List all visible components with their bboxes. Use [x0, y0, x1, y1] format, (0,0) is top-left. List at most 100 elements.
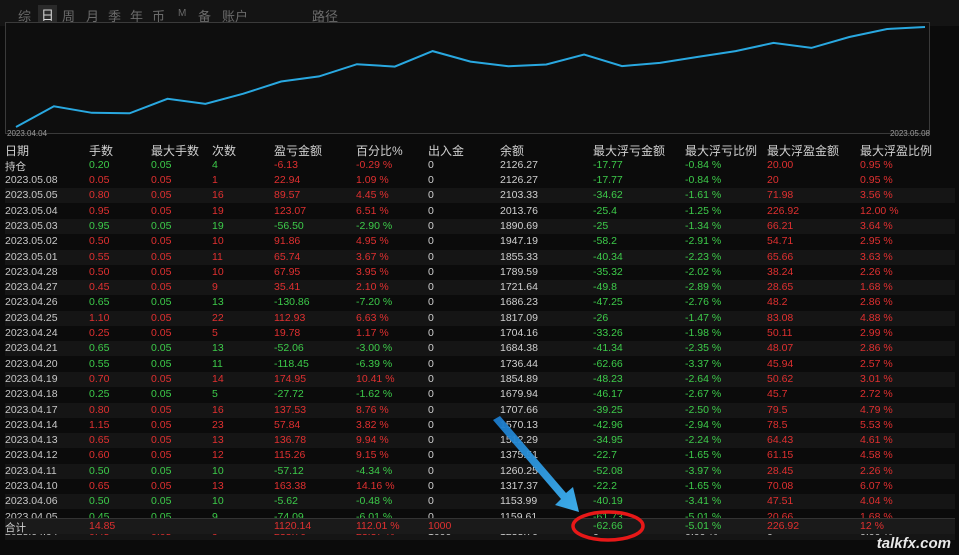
lots-cell: 0.50: [89, 235, 110, 248]
column-header[interactable]: 百分比%: [356, 142, 403, 159]
max-float-loss-cell: -62.66: [593, 520, 623, 532]
max-float-profit-cell: 48.2: [767, 296, 788, 309]
pnl-cell: -57.12: [274, 464, 304, 477]
max-float-profit-pct-cell: 2.26 %: [860, 464, 893, 477]
date-cell: 2023.05.01: [5, 250, 58, 263]
balance-cell: 1512.29: [500, 434, 538, 447]
max-float-profit-cell: 79.5: [767, 403, 788, 416]
count-cell: 13: [212, 296, 224, 309]
pct-cell: 2.10 %: [356, 281, 389, 294]
date-cell: 2023.04.14: [5, 418, 58, 431]
balance-cell: 1721.64: [500, 281, 538, 294]
column-header[interactable]: 次数: [212, 142, 236, 159]
column-header[interactable]: 最大浮盈比例: [860, 142, 932, 159]
column-header[interactable]: 日期: [5, 142, 29, 159]
max-float-loss-cell: -49.8: [593, 281, 617, 294]
max-float-profit-cell: 83.08: [767, 311, 794, 324]
max-float-loss-cell: -52.08: [593, 464, 623, 477]
max-float-loss-pct-cell: -0.84 %: [685, 159, 722, 171]
count-cell: 10: [212, 235, 224, 248]
daily-row: 2023.04.28 0.50 0.05 10 67.95 3.95 % 0 1789.59 -…: [5, 265, 955, 280]
max-float-loss-pct-cell: -0.84 %: [685, 174, 722, 186]
count-cell: 13: [212, 434, 224, 447]
max-float-loss-pct-cell: -3.37 %: [685, 357, 722, 370]
flow-cell: 0: [428, 372, 434, 385]
max-lots-cell: 0.05: [151, 189, 172, 202]
max-float-profit-pct-cell: 5.53 %: [860, 418, 893, 431]
max-float-loss-pct-cell: -1.65 %: [685, 480, 722, 492]
max-float-profit-pct-cell: 4.04 %: [860, 495, 893, 508]
flow-cell: 0: [428, 327, 434, 339]
max-lots-cell: 0.05: [151, 403, 172, 416]
pnl-cell: 163.38: [274, 480, 307, 492]
max-float-profit-cell: 65.66: [767, 250, 794, 263]
count-cell: 13: [212, 342, 224, 355]
max-float-loss-pct-cell: -2.64 %: [685, 372, 722, 385]
pnl-cell: 136.78: [274, 434, 307, 447]
count-cell: 14: [212, 372, 224, 385]
max-float-profit-cell: 61.15: [767, 449, 794, 462]
max-float-loss-cell: -25: [593, 219, 609, 232]
date-cell: 2023.05.04: [5, 204, 58, 217]
chart-frame: [5, 22, 930, 134]
max-lots-cell: 0.05: [151, 342, 172, 355]
column-header[interactable]: 出入金: [428, 142, 464, 159]
lots-cell: 0.95: [89, 219, 110, 232]
column-header[interactable]: 最大浮亏比例: [685, 142, 757, 159]
count-cell: 5: [212, 327, 218, 339]
pnl-cell: -130.86: [274, 296, 310, 309]
pnl-cell: 35.41: [274, 281, 301, 294]
column-header[interactable]: 最大浮盈金额: [767, 142, 839, 159]
column-header[interactable]: 最大手数: [151, 142, 199, 159]
daily-row: 2023.04.18 0.25 0.05 5 -27.72 -1.62 % 0 1679.94…: [5, 387, 955, 402]
column-header[interactable]: 盈亏金额: [274, 142, 322, 159]
count-cell: 10: [212, 495, 224, 508]
max-float-loss-cell: -22.2: [593, 480, 617, 492]
max-float-profit-pct-cell: 2.72 %: [860, 388, 893, 401]
max-float-loss-pct-cell: -2.50 %: [685, 403, 722, 416]
pnl-cell: 115.26: [274, 449, 306, 462]
date-cell: 2023.04.24: [5, 327, 58, 339]
balance-cell: 2103.33: [500, 189, 538, 202]
max-float-profit-cell: 45.7: [767, 388, 788, 401]
flow-cell: 0: [428, 388, 434, 401]
flow-cell: 0: [428, 311, 434, 324]
lots-cell: 14.85: [89, 520, 116, 532]
equity-curve-svg: [15, 26, 926, 128]
balance-cell: 1736.44: [500, 357, 538, 370]
column-header[interactable]: 余额: [500, 142, 524, 159]
max-float-profit-cell: 45.94: [767, 357, 794, 370]
flow-cell: 0: [428, 449, 434, 462]
flow-cell: 0: [428, 342, 434, 355]
pct-cell: -1.62 %: [356, 388, 393, 401]
max-float-loss-cell: -39.25: [593, 403, 623, 416]
column-header[interactable]: 最大浮亏金额: [593, 142, 665, 159]
max-lots-cell: 0.05: [151, 388, 172, 401]
daily-row: 2023.04.26 0.65 0.05 13 -130.86 -7.20 % 0 1686.…: [5, 295, 955, 310]
daily-row: 2023.04.14 1.15 0.05 23 57.84 3.82 % 0 1570.13 -…: [5, 418, 955, 433]
count-cell: 12: [212, 449, 224, 462]
max-lots-cell: 0.05: [151, 464, 172, 477]
daily-row: 2023.04.10 0.65 0.05 13 163.38 14.16 % 0 1317.3…: [5, 479, 955, 494]
max-float-loss-cell: -35.32: [593, 265, 623, 278]
max-float-loss-cell: -17.77: [593, 159, 623, 171]
max-float-profit-cell: 28.65: [767, 281, 794, 294]
max-float-profit-pct-cell: 2.57 %: [860, 357, 893, 370]
pnl-cell: 57.84: [274, 418, 301, 431]
max-float-loss-pct-cell: -1.25 %: [685, 204, 722, 217]
max-float-loss-pct-cell: -2.94 %: [685, 418, 722, 431]
balance-cell: 1890.69: [500, 219, 538, 232]
pct-cell: -4.34 %: [356, 464, 393, 477]
column-header[interactable]: 手数: [89, 142, 113, 159]
tab-7[interactable]: M: [178, 8, 186, 19]
lots-cell: 0.25: [89, 388, 110, 401]
count-cell: 1: [212, 174, 218, 186]
max-lots-cell: 0.05: [151, 495, 172, 508]
max-float-loss-pct-cell: -1.47 %: [685, 311, 722, 324]
max-lots-cell: 0.05: [151, 480, 172, 492]
lots-cell: 0.65: [89, 296, 110, 309]
pnl-cell: 89.57: [274, 189, 301, 202]
flow-cell: 0: [428, 189, 434, 202]
max-float-profit-pct-cell: 2.86 %: [860, 342, 893, 355]
max-float-loss-cell: -47.25: [593, 296, 623, 309]
